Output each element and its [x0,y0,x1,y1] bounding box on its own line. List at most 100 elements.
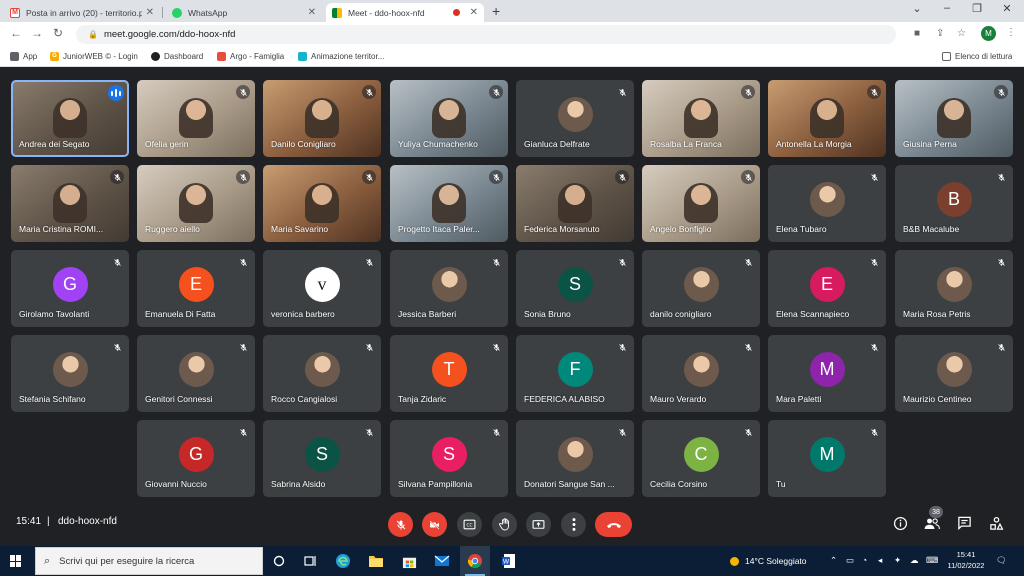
participant-tile[interactable]: Gianluca Delfrate [516,80,634,157]
participant-tile[interactable]: F FEDERICA ALABISO [516,335,634,412]
participant-tile[interactable]: S Sabrina Alsido [263,420,381,497]
participant-tile[interactable]: Maria Rosa Petris [895,250,1013,327]
raise-hand-button[interactable] [492,512,517,537]
participant-tile[interactable]: v veronica barbero [263,250,381,327]
participant-tile[interactable]: M Mara Paletti [768,335,886,412]
participant-tile[interactable]: S Silvana Pampillonia [390,420,508,497]
tab-gmail[interactable]: M Posta in arrivo (20) - territorio.pa ✕ [4,3,160,22]
participant-tile[interactable]: Genitori Connessi [137,335,255,412]
forward-button[interactable]: → [29,26,45,40]
tab-meet[interactable]: Meet - ddo-hoox-nfd ✕ [326,3,484,22]
participant-tile[interactable]: Elena Tubaro [768,165,886,242]
windows-start-icon[interactable] [10,555,22,567]
participant-name: Ruggero aiello [145,224,200,234]
participant-tile[interactable]: Andrea dei Segato [11,80,129,157]
tray-volume-icon[interactable]: ◂ [878,555,882,566]
taskbar-mail[interactable] [432,551,452,571]
participant-tile[interactable]: Angelo Bonfiglio [642,165,760,242]
taskbar-file-explorer[interactable] [366,551,386,571]
participant-tile[interactable]: Maurizio Centineo [895,335,1013,412]
address-bar[interactable]: 🔒 meet.google.com/ddo-hoox-nfd [76,25,896,44]
bookmark-animazione[interactable]: Animazione territor... [298,52,384,61]
bookmark-dashboard[interactable]: Dashboard [151,52,203,61]
chat-button[interactable] [955,514,973,532]
participant-tile[interactable]: Yuliya Chumachenko [390,80,508,157]
minimize-button[interactable]: – [932,2,962,14]
tray-dropbox-icon[interactable]: ✦ [894,555,901,566]
task-view-button[interactable] [300,551,320,571]
taskbar-clock[interactable]: 15:41 11/02/2022 [947,549,985,571]
share-icon[interactable]: ⇪ [936,28,944,39]
tray-onedrive-icon[interactable]: ☁ [910,555,919,566]
tray-keyboard-icon[interactable]: ⌨ [926,555,938,566]
bookmark-star-icon[interactable]: ☆ [957,28,966,39]
restore-button[interactable]: ❐ [962,2,992,15]
tray-network-icon[interactable]: ◔ [862,555,867,565]
participant-avatar [178,352,214,387]
meeting-details-button[interactable] [891,514,909,532]
camera-toggle-button[interactable] [422,512,447,537]
new-tab-button[interactable]: + [492,3,500,19]
participant-tile[interactable]: B B&B Macalube [895,165,1013,242]
participant-tile[interactable]: Antonella La Morgia [768,80,886,157]
camera-permission-icon[interactable]: ■ [914,28,920,39]
reload-button[interactable]: ↻ [50,26,66,40]
participant-tile[interactable]: Stefania Schifano [11,335,129,412]
bookmark-juniorweb[interactable]: G JuniorWEB © - Login [50,52,138,61]
taskbar-store[interactable] [399,551,419,571]
participant-tile[interactable]: Mauro Verardo [642,335,760,412]
tray-battery-icon[interactable]: ▭ [846,555,854,566]
mic-muted-icon [362,425,376,439]
participant-tile[interactable]: Rosalba La Franca [642,80,760,157]
participant-tile[interactable]: Donatori Sangue San ... [516,420,634,497]
bookmark-app[interactable]: App [10,52,37,61]
notifications-icon[interactable]: 🗨 [996,555,1007,566]
cortana-button[interactable] [269,551,289,571]
taskbar-weather[interactable]: 14°C Soleggiato [730,556,807,566]
participant-grid: Andrea dei Segato Ofelia gerin Danilo Coni… [0,67,1024,500]
participant-tile[interactable]: Jessica Barberi [390,250,508,327]
participant-name: Genitori Connessi [145,394,213,404]
close-tab-icon[interactable]: ✕ [470,7,478,18]
activities-button[interactable] [987,514,1005,532]
participant-tile[interactable]: M Tu [768,420,886,497]
participant-tile[interactable]: danilo conigliaro [642,250,760,327]
close-tab-icon[interactable]: ✕ [308,7,316,18]
participant-name: Gianluca Delfrate [524,139,590,149]
participant-tile[interactable]: S Sonia Bruno [516,250,634,327]
participant-tile[interactable]: G Giovanni Nuccio [137,420,255,497]
chrome-menu-icon[interactable]: ⋮ [1006,27,1016,38]
taskbar-word[interactable]: W [498,551,518,571]
taskbar-chrome[interactable] [460,546,490,576]
mic-toggle-button[interactable] [388,512,413,537]
participant-tile[interactable]: T Tanja Zidaric [390,335,508,412]
participant-tile[interactable]: Maria Cristina ROMI... [11,165,129,242]
participant-tile[interactable]: Rocco Cangialosi [263,335,381,412]
participant-tile[interactable]: Ruggero aiello [137,165,255,242]
participant-tile[interactable]: Danilo Conigliaro [263,80,381,157]
taskbar-search-input[interactable]: ⌕ Scrivi qui per eseguire la ricerca [35,547,263,575]
participant-tile[interactable]: C Cecilia Corsino [642,420,760,497]
reading-list[interactable]: Elenco di lettura [942,52,1012,61]
leave-call-button[interactable] [595,512,632,537]
participant-tile[interactable]: Ofelia gerin [137,80,255,157]
participant-tile[interactable]: G Girolamo Tavolanti [11,250,129,327]
participant-tile[interactable]: Giusina Perna [895,80,1013,157]
participant-tile[interactable]: E Emanuela Di Fatta [137,250,255,327]
participant-tile[interactable]: E Elena Scannapieco [768,250,886,327]
participant-tile[interactable]: Federica Morsanuto [516,165,634,242]
tray-people-icon[interactable]: ⌃ [830,555,837,566]
close-window-button[interactable]: ✕ [992,2,1022,15]
back-button[interactable]: ← [8,26,24,40]
captions-button[interactable]: CC [457,512,482,537]
present-button[interactable] [526,512,551,537]
more-options-button[interactable] [561,512,586,537]
close-tab-icon[interactable]: ✕ [146,7,154,18]
bookmark-argo[interactable]: Argo - Famiglia [217,52,284,61]
taskbar-edge[interactable] [333,551,353,571]
participant-tile[interactable]: Maria Savarino [263,165,381,242]
tab-whatsapp[interactable]: WhatsApp ✕ [166,3,322,22]
tab-search-icon[interactable]: ⌄ [902,2,932,15]
participant-tile[interactable]: Progetto Itaca Paler... [390,165,508,242]
profile-avatar[interactable]: M [981,26,996,41]
